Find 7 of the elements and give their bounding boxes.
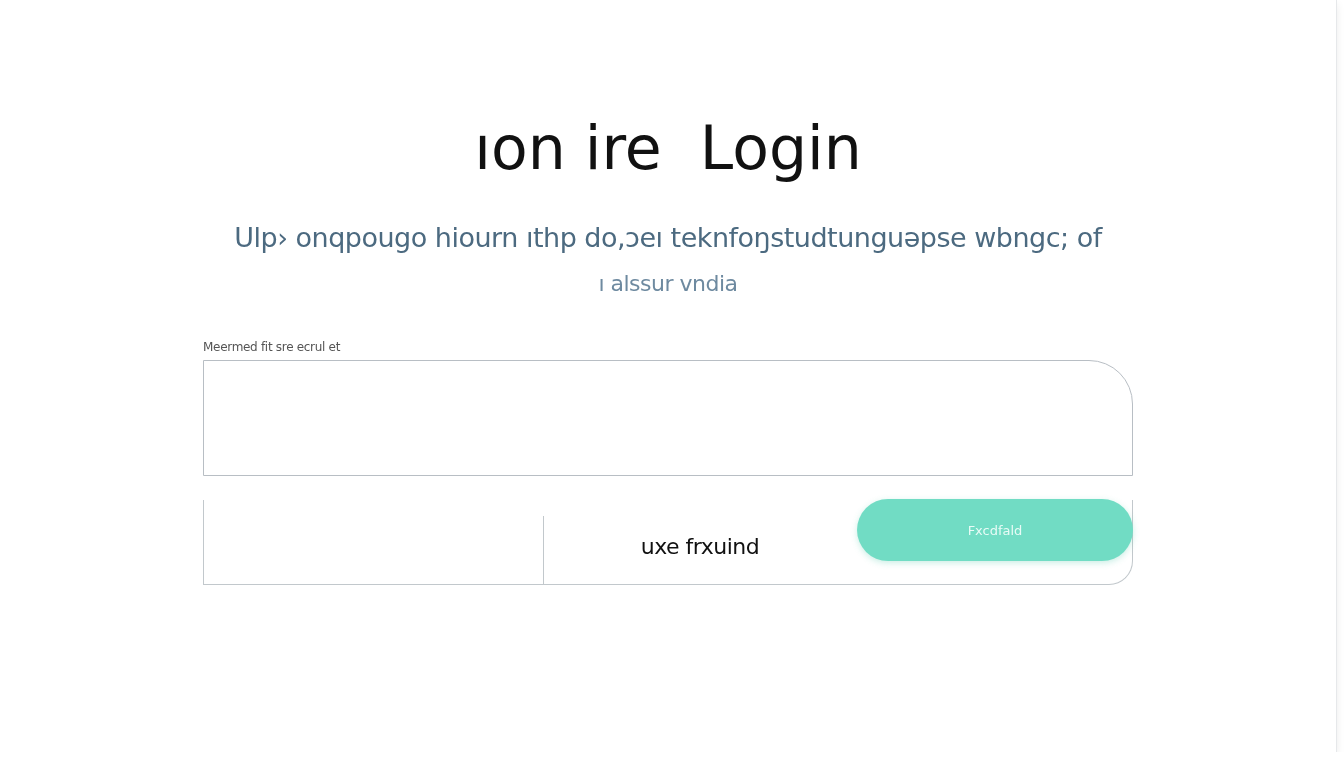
input-field[interactable] <box>203 360 1133 476</box>
panel-text: uxe frxuind <box>640 533 760 559</box>
submit-button[interactable]: Fxcdfald <box>857 499 1133 561</box>
field-label: Meermed fit sre ecrul et <box>203 340 342 354</box>
subtitle-text: Ulp› onqpougo hiourn ıthp do,ɔeı teknfoŋstudtunguəpse wbngc; of <box>234 222 1102 254</box>
page-title: ıon ire Login <box>474 112 862 184</box>
subtitle-text: ı alssur vndia <box>598 270 738 298</box>
